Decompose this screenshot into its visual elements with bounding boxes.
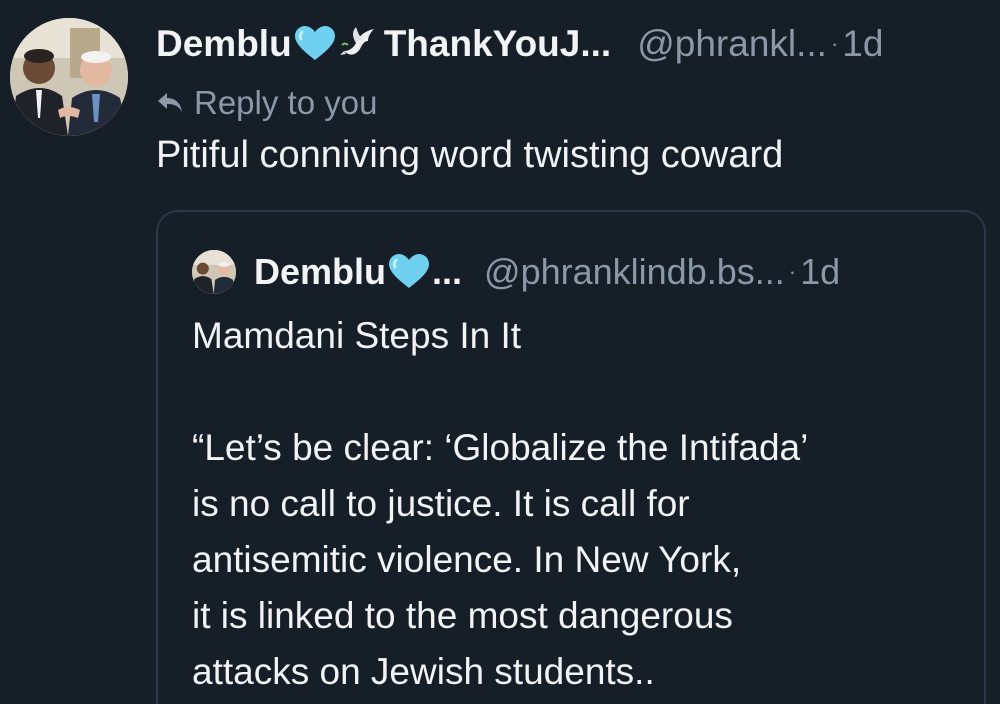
quote-line: Mamdani Steps In It (192, 315, 522, 356)
quote-author-name[interactable]: Demblu ... (254, 251, 462, 293)
quote-blue-heart-icon (389, 254, 430, 288)
quote-line: “Let’s be clear: ‘Globalize the Intifada… (192, 427, 809, 468)
quote-blank-line (192, 364, 972, 420)
quote-separator-dot: · (788, 259, 797, 284)
quote-avatar-photo (192, 250, 236, 294)
separator-dot: · (830, 31, 839, 56)
quote-line: is no call to justice. It is call for (192, 483, 690, 524)
quote-line: it is linked to the most dangerous (192, 595, 733, 636)
quote-author-avatar[interactable] (192, 250, 236, 294)
quote-author-name-text[interactable]: Demblu (254, 251, 386, 293)
author-name-rest[interactable]: ThankYouJ... (384, 23, 612, 65)
post-header: Demblu ThankYouJ... @phrankl... · 1d (156, 22, 883, 66)
author-handle[interactable]: @phrankl... (637, 23, 827, 65)
quote-name-ellipsis: ... (432, 251, 463, 292)
quote-line: antisemitic violence. In New York, (192, 539, 742, 580)
post-text: Pitiful conniving word twisting coward (156, 134, 784, 176)
avatar-photo (10, 18, 128, 136)
author-name-text[interactable]: Demblu (156, 23, 292, 65)
quote-header: Demblu ... @phranklindb.bs... · 1d (192, 250, 840, 294)
reply-label: Reply to you (194, 84, 378, 121)
reply-arrow-icon (158, 93, 182, 112)
post-timestamp[interactable]: 1d (842, 23, 883, 65)
blue-heart-icon (294, 26, 335, 60)
author-name[interactable]: Demblu ThankYouJ... (156, 23, 611, 65)
quote-body: Mamdani Steps In It “Let’s be clear: ‘Gl… (192, 308, 972, 700)
quote-author-handle[interactable]: @phranklindb.bs... (484, 251, 785, 293)
reply-indicator[interactable]: Reply to you (156, 82, 377, 124)
quote-card[interactable]: Demblu ... @phranklindb.bs... · 1d Mamda… (156, 210, 986, 704)
quote-timestamp[interactable]: 1d (800, 251, 840, 293)
reply-post[interactable]: Demblu ThankYouJ... @phrankl... · 1d Rep… (0, 0, 1000, 704)
author-avatar[interactable] (10, 18, 128, 136)
quote-line: attacks on Jewish students.. (192, 651, 655, 692)
dove-icon (339, 27, 374, 55)
